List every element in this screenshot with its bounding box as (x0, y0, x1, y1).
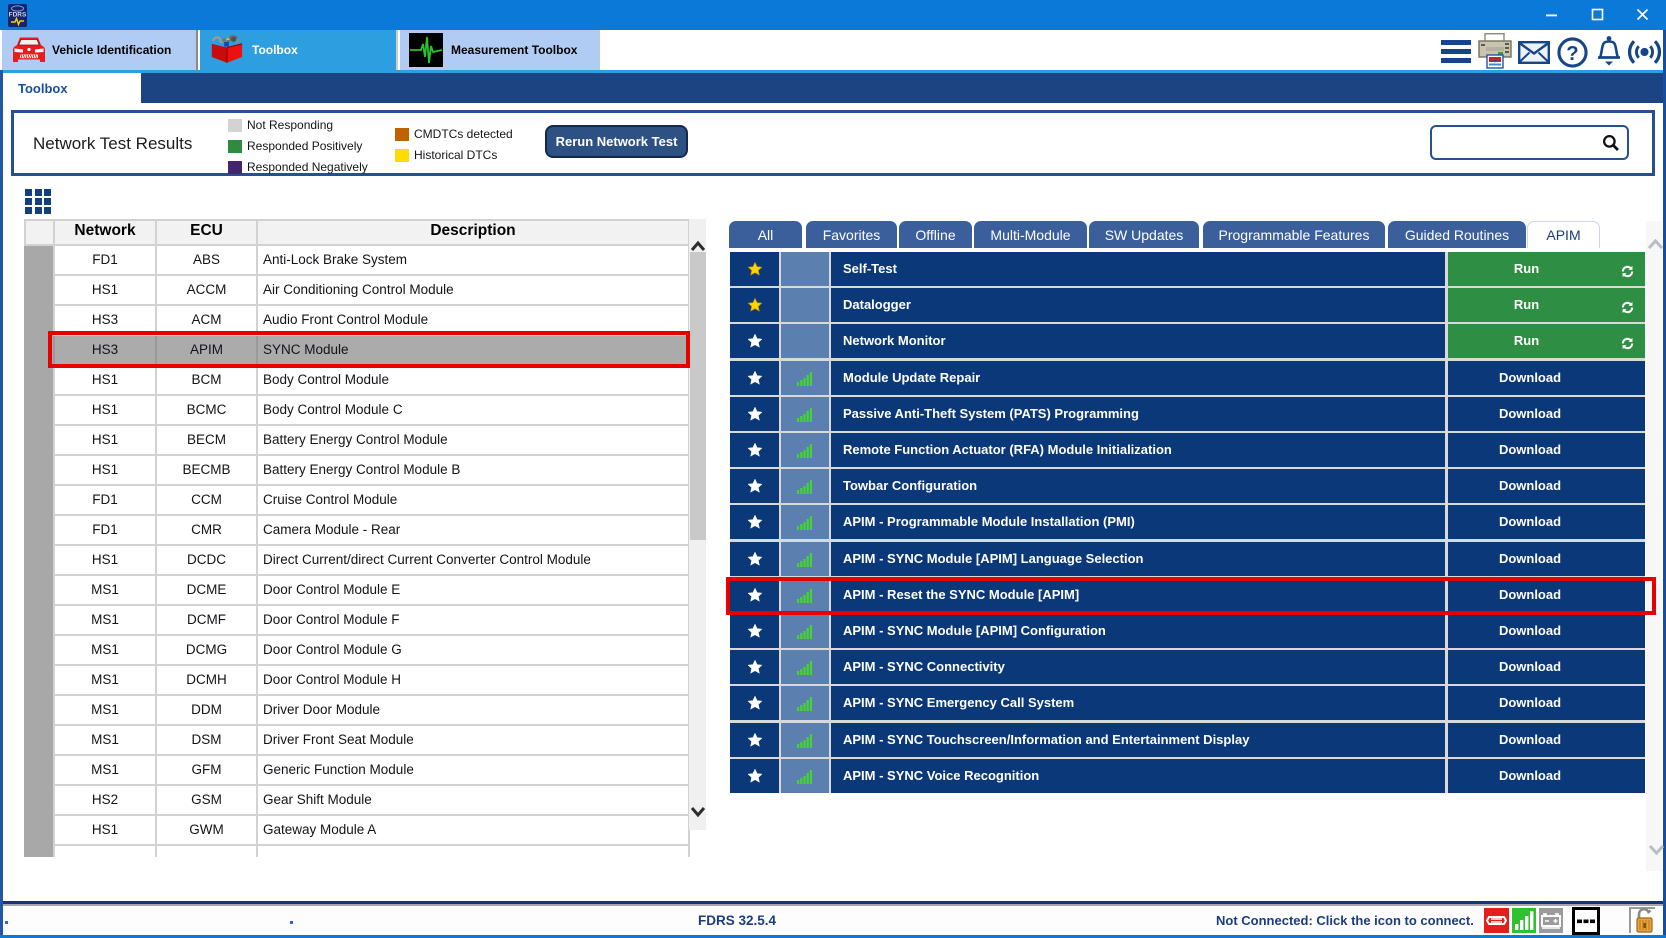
svg-text:FDRS: FDRS (9, 12, 27, 19)
svg-text:?: ? (1566, 43, 1578, 65)
